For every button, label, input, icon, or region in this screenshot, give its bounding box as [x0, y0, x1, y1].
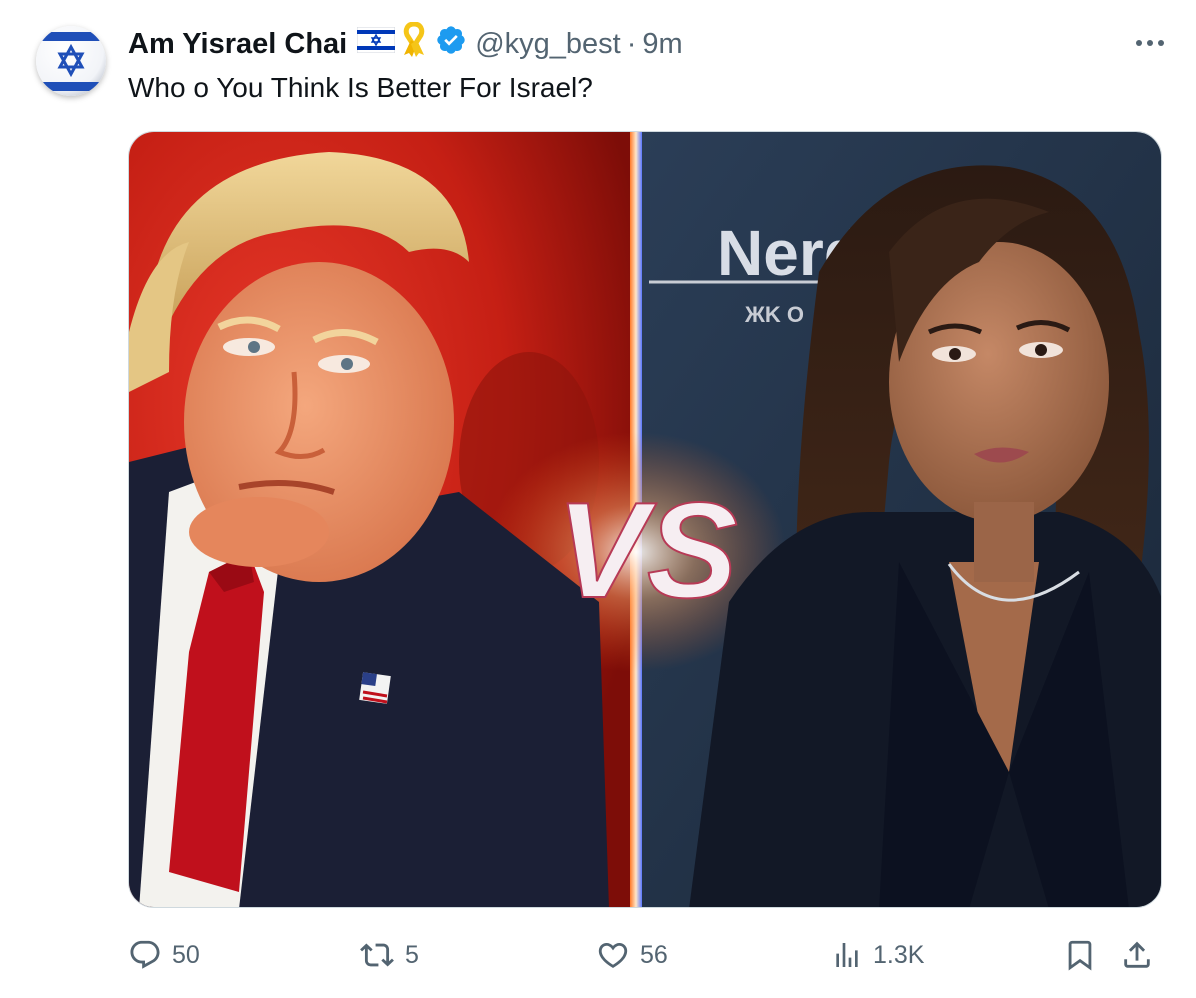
views-icon: [836, 943, 858, 967]
reply-button[interactable]: 50: [128, 930, 200, 980]
author-name[interactable]: Am Yisrael Chai: [128, 28, 347, 61]
israel-flag-avatar-icon: [36, 26, 106, 96]
views-count: 1.3K: [873, 940, 925, 969]
like-icon: [598, 942, 628, 968]
share-button[interactable]: [1120, 930, 1154, 980]
bookmark-icon: [1068, 940, 1092, 971]
vs-comparison-image: Nerd ЖK O VS: [129, 132, 1161, 907]
tweet-header: Am Yisrael Chai @kyg_best · 9m: [128, 21, 683, 66]
like-button[interactable]: 56: [596, 930, 668, 980]
verified-badge-icon[interactable]: [435, 24, 467, 64]
reply-icon: [130, 940, 160, 969]
tweet-media-image[interactable]: Nerd ЖK O VS: [128, 131, 1162, 908]
retweet-count: 5: [405, 940, 419, 969]
views-button[interactable]: 1.3K: [831, 930, 924, 980]
reply-count: 50: [172, 940, 200, 969]
like-count: 56: [640, 940, 668, 969]
bookmark-button[interactable]: [1063, 930, 1097, 980]
more-icon[interactable]: [1130, 26, 1170, 60]
retweet-button[interactable]: 5: [359, 930, 419, 980]
avatar[interactable]: [36, 26, 106, 96]
header-separator: ·: [626, 27, 637, 60]
share-icon: [1124, 941, 1150, 968]
tweet-timestamp[interactable]: 9m: [642, 28, 682, 61]
retweet-icon: [360, 943, 394, 967]
yellow-ribbon-icon: [401, 21, 427, 66]
backdrop-subtext: ЖK O: [744, 302, 804, 327]
tweet-actions: 50 5 56 1.3K: [128, 930, 1162, 980]
vs-label: VS: [556, 474, 737, 626]
tweet-text: Who o You Think Is Better For Israel?: [128, 72, 593, 103]
israel-flag-icon: [356, 26, 396, 61]
author-handle[interactable]: @kyg_best: [475, 28, 621, 61]
